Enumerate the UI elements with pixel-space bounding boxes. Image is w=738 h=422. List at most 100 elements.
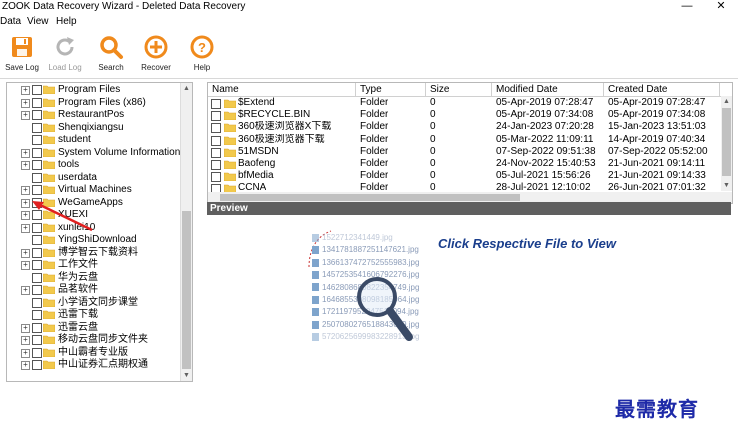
- hscroll-thumb[interactable]: [220, 194, 520, 201]
- menu-data[interactable]: Data: [0, 16, 21, 27]
- help-button[interactable]: ? Help: [180, 34, 224, 72]
- folder-icon: [223, 111, 237, 121]
- row-checkbox[interactable]: [211, 123, 221, 134]
- tree-checkbox[interactable]: [32, 122, 42, 133]
- folder-icon: [42, 135, 56, 145]
- table-row[interactable]: 51MSDN Folder 0 07-Sep-2022 09:51:38 07-Sep-…: [208, 146, 720, 158]
- tree-checkbox[interactable]: [32, 310, 42, 320]
- scroll-up-icon[interactable]: ▲: [181, 83, 192, 94]
- tree-checkbox[interactable]: [32, 147, 42, 158]
- table-cell: $RECYCLE.BIN: [238, 109, 311, 121]
- scroll-down-icon[interactable]: ▼: [181, 370, 192, 381]
- tree-checkbox[interactable]: [32, 272, 42, 283]
- row-checkbox[interactable]: [211, 160, 221, 170]
- tree-checkbox[interactable]: [32, 360, 42, 370]
- col-created[interactable]: Created Date: [604, 83, 720, 96]
- expand-icon[interactable]: +: [21, 348, 30, 358]
- folder-icon: [42, 173, 56, 182]
- search-icon: [100, 36, 123, 59]
- folder-icon: [42, 273, 56, 282]
- expand-icon[interactable]: +: [21, 286, 30, 295]
- table-cell: 360极速浏览器下载: [238, 133, 325, 145]
- expand-icon[interactable]: +: [21, 161, 30, 170]
- minimize-button[interactable]: —: [670, 0, 704, 14]
- tree-checkbox[interactable]: [32, 172, 42, 183]
- row-checkbox[interactable]: [211, 147, 221, 158]
- save-log-button[interactable]: Save Log: [0, 34, 44, 72]
- row-checkbox[interactable]: [211, 135, 221, 146]
- expand-icon[interactable]: +: [21, 323, 30, 333]
- tree-checkbox[interactable]: [32, 235, 42, 245]
- tree-checkbox[interactable]: [32, 347, 42, 358]
- tree-checkbox[interactable]: [32, 185, 42, 195]
- table-vscroll[interactable]: ▲ ▼: [721, 96, 732, 191]
- col-name[interactable]: Name: [208, 83, 356, 96]
- folder-icon: [42, 298, 56, 307]
- tree-checkbox[interactable]: [32, 322, 42, 333]
- tree-node-label: RestaurantPos: [58, 109, 125, 120]
- preview-title: Preview: [210, 203, 248, 214]
- col-type[interactable]: Type: [356, 83, 426, 96]
- row-checkbox[interactable]: [211, 99, 221, 109]
- recover-button[interactable]: Recover: [134, 34, 178, 72]
- search-button[interactable]: Search: [89, 34, 133, 72]
- table-cell: bfMedia: [238, 170, 274, 182]
- image-file-icon: [312, 258, 319, 267]
- tree-checkbox[interactable]: [32, 160, 42, 170]
- table-row[interactable]: bfMedia Folder 0 05-Jul-2021 15:56:26 21-Jun…: [208, 170, 720, 183]
- table-row[interactable]: $Extend Folder 0 05-Apr-2019 07:28:47 05-Apr…: [208, 97, 720, 109]
- tree-checkbox[interactable]: [32, 110, 42, 120]
- expand-icon[interactable]: +: [21, 148, 30, 158]
- table-cell: 05-Mar-2022 11:09:11: [496, 133, 594, 145]
- col-modified[interactable]: Modified Date: [492, 83, 604, 96]
- expand-icon[interactable]: +: [21, 186, 30, 195]
- expand-icon[interactable]: +: [21, 111, 30, 120]
- menu-view[interactable]: View: [27, 16, 49, 27]
- menu-help[interactable]: Help: [56, 16, 77, 27]
- table-cell: Folder: [360, 121, 389, 133]
- tree-checkbox[interactable]: [32, 247, 42, 258]
- table-cell: 360极速浏览器X下载: [238, 121, 332, 133]
- help-icon: ?: [190, 35, 214, 59]
- folder-icon: [42, 335, 56, 345]
- preview-file-name: 1522712341449.jpg: [322, 233, 393, 242]
- table-row[interactable]: $RECYCLE.BIN Folder 0 05-Apr-2019 07:34:08 0…: [208, 109, 720, 122]
- tree-checkbox[interactable]: [32, 297, 42, 308]
- table-row[interactable]: 360极速浏览器下载 Folder 0 05-Mar-2022 11:09:11 14-…: [208, 134, 720, 146]
- tree-checkbox[interactable]: [32, 85, 42, 95]
- table-cell: 15-Jan-2023 13:51:03: [608, 121, 706, 133]
- recover-icon: [144, 35, 168, 59]
- table-cell: 05-Apr-2019 07:28:47: [496, 97, 594, 108]
- expand-icon[interactable]: +: [21, 98, 30, 108]
- expand-icon[interactable]: +: [21, 361, 30, 370]
- load-log-button[interactable]: Load Log: [43, 34, 87, 72]
- close-button[interactable]: ✕: [704, 0, 738, 14]
- folder-icon: [42, 110, 56, 120]
- tree-scrollbar[interactable]: ▲ ▼: [180, 83, 192, 381]
- table-cell: 0: [430, 109, 436, 121]
- row-checkbox[interactable]: [211, 111, 221, 122]
- tree-node-label: userdata: [58, 171, 97, 183]
- tree-checkbox[interactable]: [32, 97, 42, 108]
- scroll-thumb[interactable]: [722, 108, 731, 176]
- scroll-up-icon[interactable]: ▲: [721, 96, 732, 107]
- table-cell: 14-Apr-2019 07:40:34: [608, 133, 706, 145]
- tree-checkbox[interactable]: [32, 135, 42, 145]
- preview-file-name: 1341781887251147621.jpg: [322, 245, 419, 255]
- table-row[interactable]: Baofeng Folder 0 24-Nov-2022 15:40:53 21-Jun…: [208, 158, 720, 170]
- expand-icon[interactable]: +: [21, 248, 30, 258]
- expand-icon[interactable]: +: [21, 261, 30, 270]
- tree-checkbox[interactable]: [32, 285, 42, 295]
- col-size[interactable]: Size: [426, 83, 492, 96]
- table-row[interactable]: 360极速浏览器X下载 Folder 0 24-Jan-2023 07:20:28 15…: [208, 121, 720, 134]
- tree-checkbox[interactable]: [32, 335, 42, 345]
- folder-icon: [223, 172, 237, 182]
- folder-icon: [223, 136, 237, 145]
- scroll-thumb[interactable]: [182, 211, 191, 369]
- expand-icon[interactable]: +: [21, 86, 30, 95]
- tree-checkbox[interactable]: [32, 260, 42, 270]
- file-list-panel: Name Type Size Modified Date Created Dat…: [207, 82, 733, 204]
- row-checkbox[interactable]: [211, 172, 221, 183]
- scroll-down-icon[interactable]: ▼: [721, 180, 732, 191]
- expand-icon[interactable]: +: [21, 336, 30, 345]
